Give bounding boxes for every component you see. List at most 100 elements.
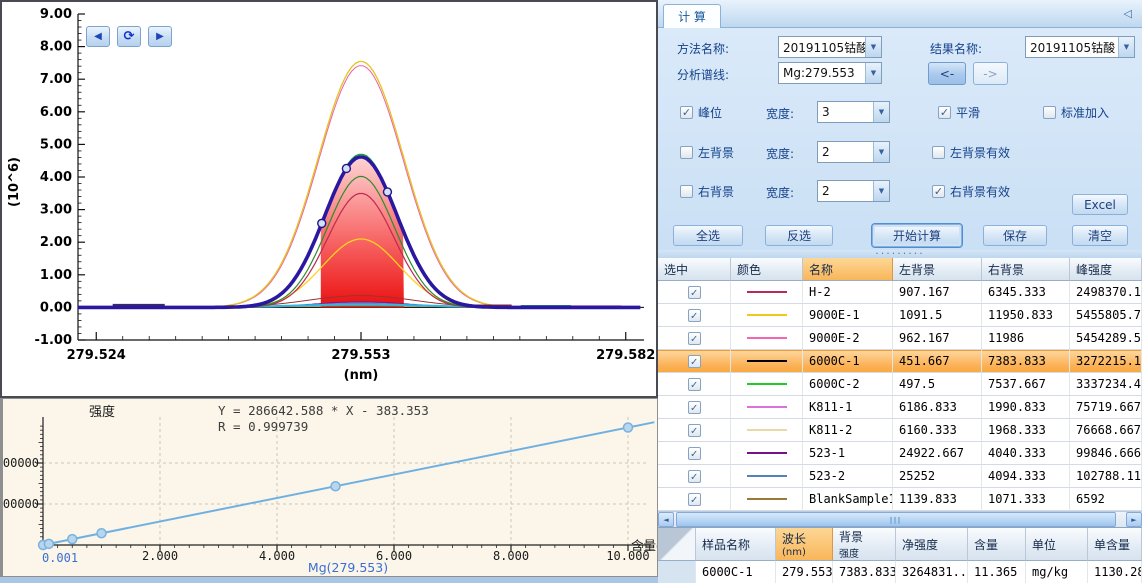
cell-selected[interactable]: ✓: [658, 350, 731, 373]
clear-button[interactable]: 清空: [1072, 225, 1128, 246]
column-header[interactable]: 右背景: [982, 258, 1070, 281]
table-row[interactable]: ✓H-2907.1676345.3332498370.111: [658, 281, 1142, 304]
chevron-down-icon[interactable]: ▼: [1118, 37, 1134, 57]
cell-right-bg: 11986: [982, 327, 1070, 350]
column-header[interactable]: 单位: [1026, 528, 1088, 561]
row-checkbox[interactable]: ✓: [688, 332, 701, 345]
next-result-button[interactable]: ->: [973, 62, 1008, 85]
svg-text:R = 0.999739: R = 0.999739: [218, 419, 308, 434]
analysis-line-combo[interactable]: Mg:279.553 ▼: [778, 62, 882, 84]
table-row[interactable]: ✓9000E-11091.511950.8335455805.778: [658, 304, 1142, 327]
row-checkbox[interactable]: ✓: [688, 378, 701, 391]
refresh-icon[interactable]: ⟳: [117, 26, 141, 47]
cell-selected[interactable]: ✓: [658, 419, 731, 442]
width1-combo[interactable]: 3 ▼: [817, 101, 890, 123]
cell-selected[interactable]: ✓: [658, 373, 731, 396]
table-row[interactable]: ✓K811-26160.3331968.33376668.667: [658, 419, 1142, 442]
scroll-right-icon[interactable]: ►: [1126, 512, 1142, 527]
invert-selection-button[interactable]: 反选: [765, 225, 833, 246]
scrollbar-track[interactable]: [674, 512, 1126, 527]
select-all-button[interactable]: 全选: [673, 225, 743, 246]
cell-selected[interactable]: ✓: [658, 488, 731, 511]
right-background-valid-checkbox[interactable]: ✓ 右背景有效: [932, 183, 1010, 200]
chart-nav-toolbar: ◀ ⟳ ▶: [86, 26, 172, 47]
excel-button[interactable]: Excel: [1072, 194, 1128, 215]
width3-combo[interactable]: 2 ▼: [817, 180, 890, 202]
table-row[interactable]: ✓523-2252524094.333102788.111: [658, 465, 1142, 488]
checkbox-icon[interactable]: [680, 185, 693, 198]
column-header[interactable]: 左背景: [893, 258, 982, 281]
table-row[interactable]: ✓BlankSample11139.8331071.3336592: [658, 488, 1142, 511]
row-checkbox[interactable]: ✓: [688, 286, 701, 299]
checkbox-icon[interactable]: ✓: [938, 106, 951, 119]
row-checkbox[interactable]: ✓: [688, 447, 701, 460]
chevron-down-icon[interactable]: ▼: [873, 181, 889, 201]
save-button[interactable]: 保存: [983, 225, 1047, 246]
corner-select-all-cell[interactable]: [658, 528, 696, 561]
column-header[interactable]: 样品名称: [696, 528, 776, 561]
prev-curve-button[interactable]: ◀: [86, 26, 110, 47]
column-header[interactable]: 峰强度: [1070, 258, 1142, 281]
column-header[interactable]: 名称: [803, 258, 893, 281]
table-row[interactable]: 6000C-1279.5537383.8333264831...11.365mg…: [658, 561, 1142, 583]
checkbox-icon[interactable]: [680, 146, 693, 159]
column-header[interactable]: 单含量: [1088, 528, 1142, 561]
row-indicator[interactable]: [658, 561, 696, 583]
right-background-checkbox[interactable]: 右背景: [680, 183, 734, 200]
row-checkbox[interactable]: ✓: [688, 470, 701, 483]
panel-splitter[interactable]: ·········: [658, 250, 1142, 258]
cell-unit-content: 1130.283: [1088, 561, 1142, 583]
column-header[interactable]: 含量: [968, 528, 1026, 561]
row-checkbox[interactable]: ✓: [688, 355, 701, 368]
collapse-panel-icon[interactable]: ◁: [1124, 7, 1132, 20]
table-row[interactable]: ✓6000C-1451.6677383.8333272215.111: [658, 350, 1142, 373]
row-checkbox[interactable]: ✓: [688, 401, 701, 414]
checkbox-icon[interactable]: [1043, 106, 1056, 119]
cell-selected[interactable]: ✓: [658, 327, 731, 350]
cell-selected[interactable]: ✓: [658, 465, 731, 488]
chevron-down-icon[interactable]: ▼: [865, 37, 881, 57]
row-checkbox[interactable]: ✓: [688, 309, 701, 322]
cell-selected[interactable]: ✓: [658, 442, 731, 465]
table-row[interactable]: ✓523-124922.6674040.33399846.666: [658, 442, 1142, 465]
table-row[interactable]: ✓6000C-2497.57537.6673337234.444: [658, 373, 1142, 396]
cell-wavelength: 279.553: [776, 561, 833, 583]
checkbox-icon[interactable]: [932, 146, 945, 159]
column-header[interactable]: 净强度: [896, 528, 968, 561]
checkbox-icon[interactable]: ✓: [680, 106, 693, 119]
prev-result-button[interactable]: <-: [928, 62, 966, 85]
column-header[interactable]: 波长(nm): [776, 528, 833, 561]
row-checkbox[interactable]: ✓: [688, 493, 701, 506]
standard-addition-checkbox[interactable]: 标准加入: [1043, 104, 1109, 121]
chevron-down-icon[interactable]: ▼: [865, 63, 881, 83]
start-calculation-button[interactable]: 开始计算: [872, 224, 962, 247]
next-curve-button[interactable]: ▶: [148, 26, 172, 47]
tab-calculate[interactable]: 计 算: [663, 4, 721, 28]
left-background-checkbox[interactable]: 左背景: [680, 144, 734, 161]
row-checkbox[interactable]: ✓: [688, 424, 701, 437]
peak-position-checkbox[interactable]: ✓ 峰位: [680, 104, 722, 121]
chevron-down-icon[interactable]: ▼: [873, 102, 889, 122]
checkbox-icon[interactable]: ✓: [932, 185, 945, 198]
scroll-left-icon[interactable]: ◄: [658, 512, 674, 527]
column-header[interactable]: 选中: [658, 258, 731, 281]
table-row[interactable]: ✓K811-16186.8331990.83375719.667: [658, 396, 1142, 419]
horizontal-scrollbar[interactable]: ◄ ►: [658, 511, 1142, 527]
svg-text:0.00: 0.00: [40, 300, 72, 315]
cell-selected[interactable]: ✓: [658, 281, 731, 304]
table-row[interactable]: ✓9000E-2962.167119865454289.556: [658, 327, 1142, 350]
result-name-combo[interactable]: 20191105钴酸 ▼: [1025, 36, 1135, 58]
chevron-down-icon[interactable]: ▼: [873, 142, 889, 162]
cell-name: 523-2: [803, 465, 893, 488]
cell-selected[interactable]: ✓: [658, 304, 731, 327]
smooth-checkbox[interactable]: ✓ 平滑: [938, 104, 980, 121]
width2-combo[interactable]: 2 ▼: [817, 141, 890, 163]
column-header[interactable]: 背景强度: [833, 528, 896, 561]
cell-selected[interactable]: ✓: [658, 396, 731, 419]
scrollbar-thumb[interactable]: [676, 512, 1116, 527]
left-background-valid-checkbox[interactable]: 左背景有效: [932, 144, 1010, 161]
method-name-combo[interactable]: 20191105钴酸 ▼: [778, 36, 882, 58]
cell-peak-intensity: 75719.667: [1070, 396, 1142, 419]
column-header[interactable]: 颜色: [731, 258, 803, 281]
series-color-swatch: [747, 406, 787, 408]
